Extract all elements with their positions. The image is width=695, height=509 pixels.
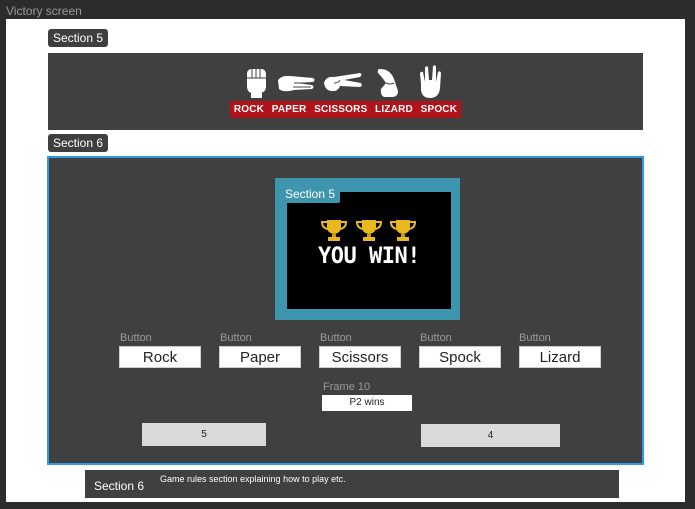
button-caption: Button [120,332,152,344]
rock-hand-icon [240,66,272,98]
button-caption: Button [420,332,452,344]
trophy-icon [389,218,417,247]
scissors-hand-icon [322,71,364,95]
rules-text: Game rules section explaining how to pla… [160,474,346,484]
trophy-icon [320,218,348,247]
trophy-icon [355,218,383,247]
rules-section-tag[interactable]: Section 6 [89,477,149,495]
you-win-headline: YOU WIN! [318,244,420,269]
button-caption: Button [320,332,352,344]
gesture-label-strip: ROCK PAPER SCISSORS LIZARD SPOCK [230,101,461,118]
player2-score: 4 [421,424,560,447]
paper-hand-icon [276,72,316,96]
button-caption: Button [220,332,252,344]
gesture-label-lizard: LIZARD [375,104,413,115]
victory-screen-tag[interactable]: Section 5 [280,185,341,203]
spock-button[interactable]: Spock [419,346,501,368]
frame-title: Victory screen [6,4,82,18]
scissors-button[interactable]: Scissors [319,346,401,368]
lizard-button[interactable]: Lizard [519,346,601,368]
rock-button[interactable]: Rock [119,346,201,368]
paper-button[interactable]: Paper [219,346,301,368]
button-caption: Button [519,332,551,344]
section5-tag[interactable]: Section 5 [48,29,109,47]
result-display: P2 wins [322,395,412,411]
gesture-label-paper: PAPER [271,104,307,115]
spock-hand-icon [416,64,446,100]
gesture-label-rock: ROCK [233,104,265,115]
gesture-label-spock: SPOCK [420,104,458,115]
player1-score: 5 [142,423,266,446]
result-frame-caption: Frame 10 [323,381,371,393]
lizard-hand-icon [372,67,402,99]
gesture-label-scissors: SCISSORS [314,104,368,115]
section6-tag[interactable]: Section 6 [48,134,109,152]
